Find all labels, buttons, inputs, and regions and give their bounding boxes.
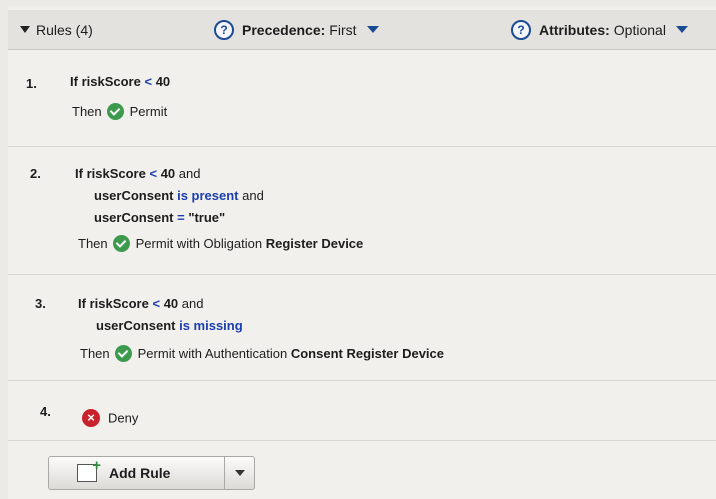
rule-condition: If riskScore < 40 and <box>75 166 201 181</box>
add-rule-dropdown[interactable] <box>225 470 254 476</box>
add-rule-label: Add Rule <box>109 465 171 481</box>
precedence-label: Precedence: <box>242 21 326 38</box>
permit-check-icon <box>114 345 132 363</box>
attributes-label: Attributes: <box>539 21 610 38</box>
help-icon[interactable]: ? <box>214 19 234 40</box>
permit-check-icon <box>106 103 124 121</box>
rules-count-label: Rules (4) <box>36 21 93 38</box>
rule-action: × Deny <box>82 409 138 428</box>
rule-action: Then Permit <box>72 103 168 121</box>
precedence-value[interactable]: First <box>329 22 356 38</box>
expand-triangle-icon[interactable] <box>20 26 30 33</box>
add-rule-button-group: Add Rule <box>48 456 255 490</box>
rule-condition: If riskScore < 40 <box>70 74 171 89</box>
rule-number: 1. <box>26 76 37 91</box>
deny-x-icon: × <box>82 409 100 427</box>
rule-number: 3. <box>35 296 46 311</box>
rules-toggle[interactable]: Rules (4) <box>20 22 93 38</box>
add-rule-button[interactable]: Add Rule <box>49 457 225 489</box>
rule-number: 2. <box>30 166 41 181</box>
rule-action: Then Permit with Authentication Consent R… <box>80 345 445 363</box>
rule-number: 4. <box>40 404 51 419</box>
rule-divider <box>8 146 716 147</box>
chevron-down-icon <box>234 470 245 476</box>
rule-action: Then Permit with Obligation Register Devi… <box>78 235 364 253</box>
rule-divider <box>8 440 716 441</box>
precedence-selector[interactable]: ? Precedence: First <box>214 19 379 40</box>
rule-condition: If riskScore < 40 and <box>78 296 204 311</box>
dropdown-caret-icon[interactable] <box>366 26 379 33</box>
help-icon[interactable]: ? <box>511 19 531 40</box>
permit-check-icon <box>112 235 130 253</box>
add-rule-icon <box>77 457 101 482</box>
attributes-value[interactable]: Optional <box>614 22 666 38</box>
rules-header: Rules (4) ? Precedence: First ? Attribut… <box>8 10 716 50</box>
rule-condition: userConsent = "true" <box>94 210 226 225</box>
rule-condition: userConsent is present and <box>94 188 264 203</box>
rule-condition: userConsent is missing <box>96 318 243 333</box>
attributes-selector[interactable]: ? Attributes: Optional <box>511 19 688 40</box>
rule-divider <box>8 274 716 275</box>
rule-divider <box>8 380 716 381</box>
dropdown-caret-icon[interactable] <box>675 26 688 33</box>
